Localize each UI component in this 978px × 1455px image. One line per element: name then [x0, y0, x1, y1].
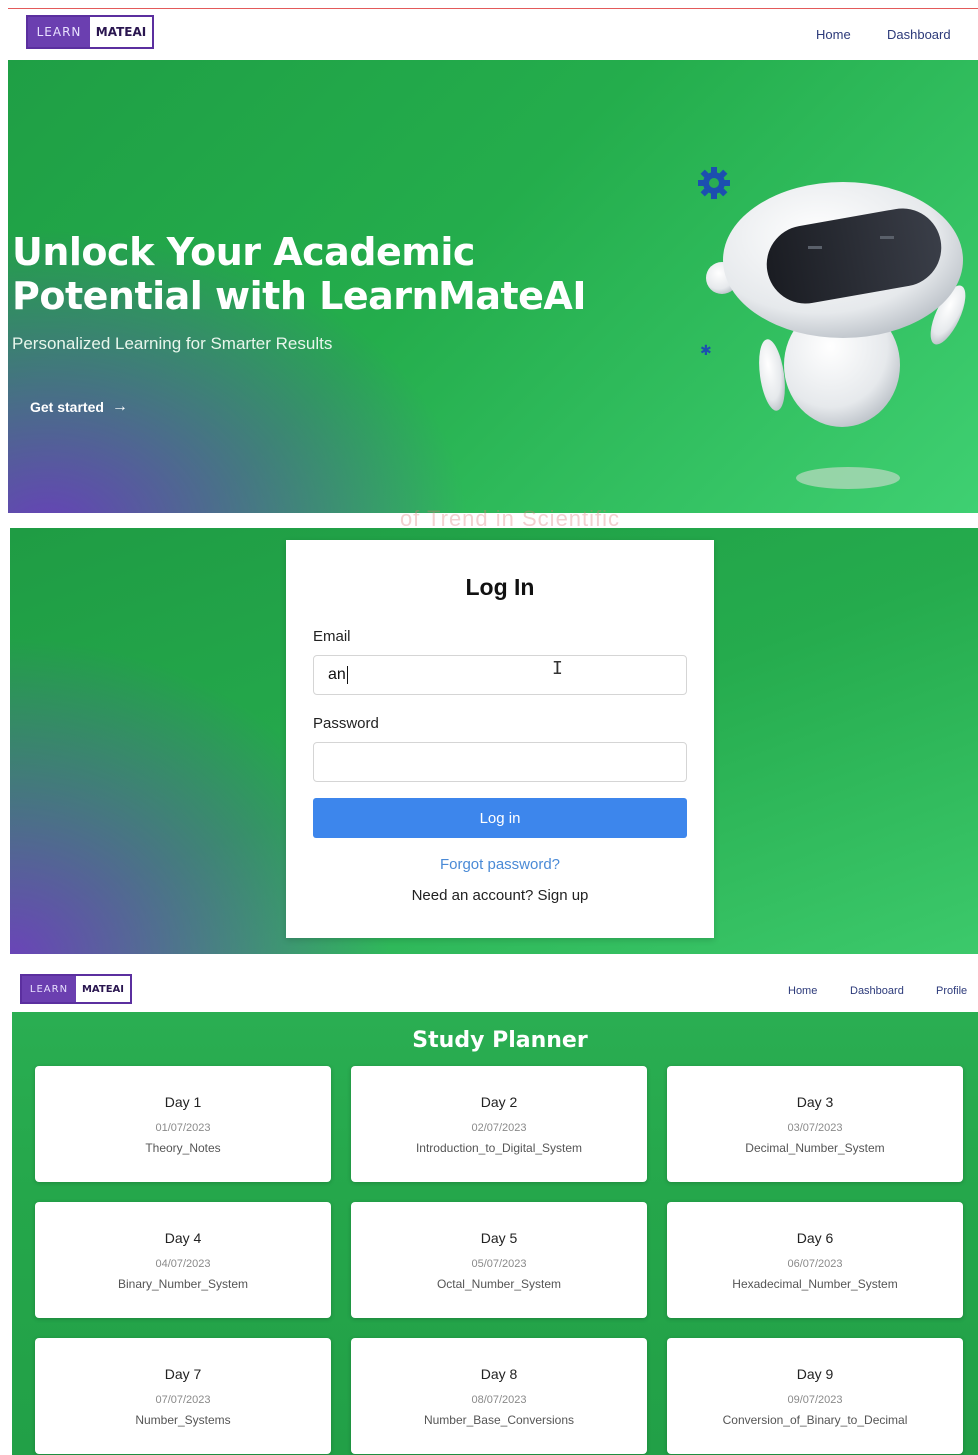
watermark-text: of Trend in Scientific	[399, 506, 621, 531]
day-card[interactable]: Day 9 09/07/2023 Conversion_of_Binary_to…	[667, 1338, 963, 1454]
nav-home-link[interactable]: Home	[788, 985, 817, 997]
email-input-value: an	[328, 666, 346, 683]
hero-title: Unlock Your Academic Potential with Lear…	[12, 230, 612, 318]
logo-learn-text: LEARN	[28, 17, 90, 47]
signup-link[interactable]: Need an account? Sign up	[286, 887, 714, 904]
day-card-date: 04/07/2023	[155, 1258, 211, 1270]
password-label: Password	[313, 715, 379, 732]
email-input[interactable]: an	[313, 655, 687, 695]
logo-learn-text: LEARN	[22, 976, 76, 1002]
day-card-day: Day 4	[164, 1230, 202, 1246]
day-card-topic: Number_Base_Conversions	[423, 1413, 575, 1427]
day-card-topic: Number_Systems	[135, 1413, 231, 1427]
day-card-topic: Octal_Number_System	[436, 1277, 562, 1291]
day-card-day: Day 8	[480, 1366, 518, 1382]
nav-dashboard-link[interactable]: Dashboard	[850, 985, 904, 997]
day-card-day: Day 7	[164, 1366, 202, 1382]
day-card[interactable]: Day 2 02/07/2023 Introduction_to_Digital…	[351, 1066, 647, 1182]
day-card-topic: Conversion_of_Binary_to_Decimal	[722, 1413, 908, 1427]
hero-section: Unlock Your Academic Potential with Lear…	[8, 60, 978, 513]
get-started-label: Get started	[30, 399, 104, 415]
day-card-date: 05/07/2023	[471, 1258, 527, 1270]
day-card-day: Day 1	[164, 1094, 202, 1110]
day-card-day: Day 5	[480, 1230, 518, 1246]
day-card-date: 08/07/2023	[471, 1394, 527, 1406]
day-card-day: Day 3	[796, 1094, 834, 1110]
day-card[interactable]: Day 1 01/07/2023 Theory_Notes	[35, 1066, 331, 1182]
day-card-topic: Hexadecimal_Number_System	[732, 1277, 898, 1291]
day-card-date: 07/07/2023	[155, 1394, 211, 1406]
learnmate-logo[interactable]: LEARN MATEAI	[26, 15, 154, 49]
text-cursor-icon: I	[552, 658, 563, 679]
day-card[interactable]: Day 8 08/07/2023 Number_Base_Conversions	[351, 1338, 647, 1454]
svg-text:✱: ✱	[700, 342, 712, 358]
nav-dashboard-link[interactable]: Dashboard	[887, 27, 951, 42]
logo-mateai-text: MATEAI	[95, 25, 147, 39]
planner-title: Study Planner	[412, 1028, 588, 1053]
day-card[interactable]: Day 5 05/07/2023 Octal_Number_System	[351, 1202, 647, 1318]
hero-title-line-2: Potential with LearnMateAI	[12, 274, 586, 318]
arrow-right-icon: →	[111, 398, 128, 415]
study-planner-screen: LEARN MATEAI Home Dashboard Profile Stud…	[12, 966, 978, 1455]
landing-screen: LEARN MATEAI Home Dashboard Unlock Your …	[8, 8, 978, 513]
day-card[interactable]: Day 6 06/07/2023 Hexadecimal_Number_Syst…	[667, 1202, 963, 1318]
get-started-button[interactable]: Get started →	[30, 398, 128, 416]
top-navbar: LEARN MATEAI Home Dashboard	[8, 8, 978, 60]
login-button[interactable]: Log in	[313, 798, 687, 838]
day-card-date: 09/07/2023	[787, 1394, 843, 1406]
forgot-password-link[interactable]: Forgot password?	[286, 856, 714, 873]
day-card-day: Day 2	[480, 1094, 518, 1110]
learnmate-logo[interactable]: LEARN MATEAI	[20, 974, 132, 1004]
day-card-date: 03/07/2023	[787, 1122, 843, 1134]
nav-home-link[interactable]: Home	[816, 27, 851, 42]
day-card-day: Day 6	[796, 1230, 834, 1246]
robot-icon: ✱	[698, 167, 966, 489]
email-label: Email	[313, 628, 351, 645]
day-card[interactable]: Day 3 03/07/2023 Decimal_Number_System	[667, 1066, 963, 1182]
hero-subtitle: Personalized Learning for Smarter Result…	[12, 334, 333, 353]
top-navbar: LEARN MATEAI Home Dashboard Profile	[12, 966, 978, 1012]
day-card-topic: Decimal_Number_System	[745, 1141, 885, 1155]
day-card-topic: Theory_Notes	[145, 1141, 221, 1155]
password-input[interactable]	[313, 742, 687, 782]
day-card-topic: Introduction_to_Digital_System	[415, 1141, 583, 1155]
day-card-date: 06/07/2023	[787, 1258, 843, 1270]
day-card[interactable]: Day 4 04/07/2023 Binary_Number_System	[35, 1202, 331, 1318]
day-card-topic: Binary_Number_System	[117, 1277, 249, 1291]
day-card[interactable]: Day 7 07/07/2023 Number_Systems	[35, 1338, 331, 1454]
logo-mateai-text: MATEAI	[81, 983, 125, 995]
gear-icon	[698, 167, 730, 199]
day-card-date: 02/07/2023	[471, 1122, 527, 1134]
text-caret	[346, 666, 348, 684]
planner-section: Study Planner Day 1 01/07/2023 Theory_No…	[12, 1012, 978, 1455]
nav-profile-link[interactable]: Profile	[936, 985, 967, 997]
hero-title-line-1: Unlock Your Academic	[12, 230, 475, 274]
day-card-day: Day 9	[796, 1366, 834, 1382]
login-card: Log In Email an I Password Log in Forgot…	[286, 540, 714, 938]
day-card-date: 01/07/2023	[155, 1122, 211, 1134]
login-title: Log In	[465, 574, 535, 600]
login-screen: Log In Email an I Password Log in Forgot…	[10, 528, 978, 954]
